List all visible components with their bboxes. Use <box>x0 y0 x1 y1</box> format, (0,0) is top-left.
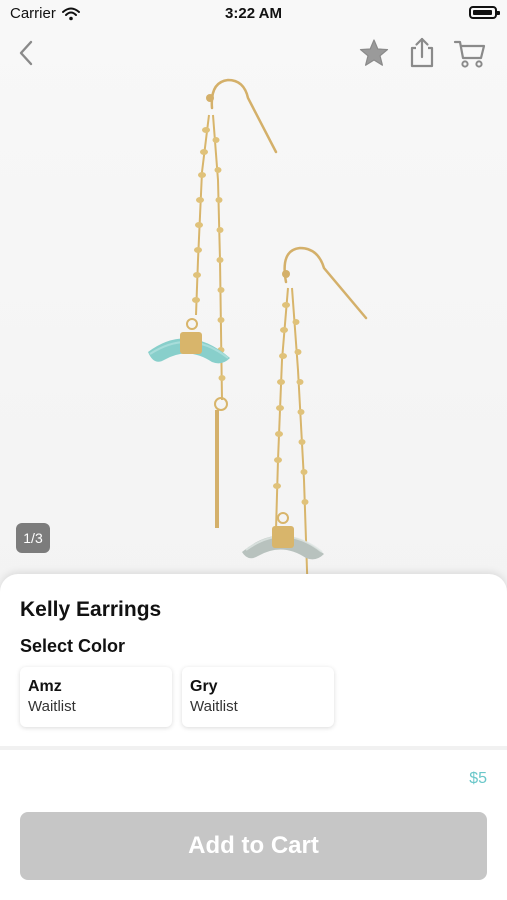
product-info-card: Kelly Earrings Select Color Amz Waitlist… <box>0 574 507 900</box>
color-option-status: Waitlist <box>28 698 76 715</box>
color-option-name: Amz <box>28 678 62 695</box>
section-divider <box>0 746 507 750</box>
color-options: Amz Waitlist Gry Waitlist <box>20 667 334 727</box>
color-option-amz[interactable]: Amz Waitlist <box>20 667 172 727</box>
product-image[interactable] <box>0 60 507 600</box>
select-color-label: Select Color <box>20 636 126 656</box>
product-price: $5 <box>469 770 487 787</box>
color-option-status: Waitlist <box>190 698 238 715</box>
status-time: 3:22 AM <box>225 5 282 22</box>
status-bar: Carrier 3:22 AM <box>0 0 507 28</box>
add-to-cart-button[interactable]: Add to Cart <box>20 812 487 880</box>
battery-icon <box>469 6 500 19</box>
product-hero: Carrier 3:22 AM 1/3 <box>0 0 507 600</box>
color-option-name: Gry <box>190 678 218 695</box>
image-counter-badge: 1/3 <box>16 523 50 553</box>
product-title: Kelly Earrings <box>20 598 162 621</box>
color-option-gry[interactable]: Gry Waitlist <box>182 667 334 727</box>
